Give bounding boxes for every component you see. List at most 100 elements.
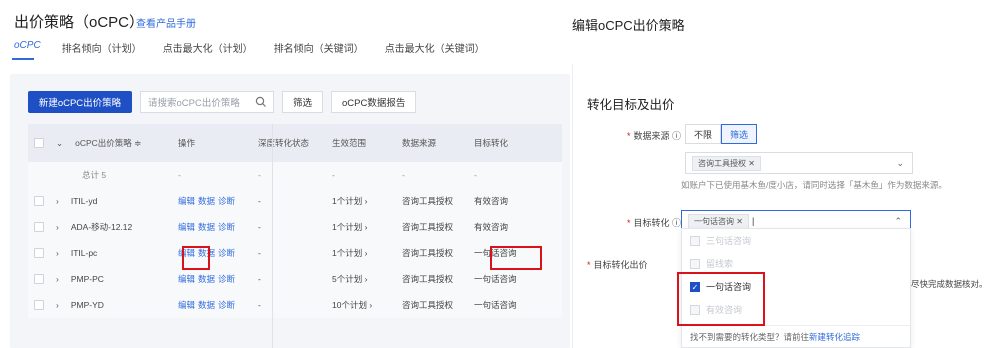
chevron-right-icon[interactable]: › (56, 300, 59, 310)
active-tab-indicator (12, 58, 34, 60)
edit-link[interactable]: 编辑 (178, 222, 195, 232)
new-ocpc-strategy-button[interactable]: 新建oCPC出价策略 (28, 91, 132, 113)
data-link[interactable]: 数据 (198, 196, 215, 206)
close-icon[interactable]: ✕ (736, 217, 743, 226)
select-all-checkbox[interactable] (34, 138, 44, 148)
table-total-row: 总计 5 - - - - - (28, 162, 562, 188)
header-target: 目标转化 (474, 138, 509, 148)
edit-link[interactable]: 编辑 (178, 196, 195, 206)
table-row: › PMP-PC 编辑 数据 诊断 - 5个计划 › 咨询工具授权 一句话咨询 (28, 266, 562, 292)
tab-click-max-keyword[interactable]: 点击最大化（关键词） (385, 40, 485, 55)
strategy-name[interactable]: ITIL-pc (71, 248, 97, 258)
ocpc-report-button[interactable]: oCPC数据报告 (331, 91, 417, 113)
tab-ocpc[interactable]: oCPC (14, 40, 41, 55)
strategy-name[interactable]: PMP-YD (71, 300, 104, 310)
chevron-right-icon[interactable]: › (56, 222, 59, 232)
diagnose-link[interactable]: 诊断 (218, 248, 235, 258)
data-source: 咨询工具授权 (402, 274, 454, 284)
highlight-edit-box (182, 246, 210, 270)
scope-link[interactable]: 1个计划 › (332, 247, 402, 259)
chevron-right-icon[interactable]: › (56, 196, 59, 206)
diagnose-link[interactable]: 诊断 (218, 222, 235, 232)
tab-rank-plan[interactable]: 排名倾向（计划） (62, 40, 142, 55)
row-checkbox[interactable] (34, 248, 44, 258)
new-conversion-tracking-link[interactable]: 新建转化追踪 (809, 331, 860, 343)
dropdown-option[interactable]: 三句话咨询 (682, 229, 910, 252)
strategy-name[interactable]: ITIL-yd (71, 196, 97, 206)
data-link[interactable]: 数据 (198, 300, 215, 310)
total-dash: - (178, 170, 181, 180)
edit-link[interactable]: 编辑 (178, 300, 195, 310)
strategy-name[interactable]: ADA-移动-12.12 (71, 221, 132, 233)
strategy-search-input[interactable]: 请搜索oCPC出价策略 (140, 91, 274, 113)
close-icon[interactable]: ✕ (748, 159, 755, 168)
edit-form-card: 转化目标及出价 * 数据来源 ⓘ 不限 筛选 咨询工具授权 ✕ ⌄ 如账户下已使用… (572, 64, 992, 348)
header-actions: 操作 (178, 138, 196, 148)
chevron-right-icon[interactable]: › (56, 248, 59, 258)
tab-click-max-plan[interactable]: 点击最大化（计划） (163, 40, 253, 55)
strategy-tabs: oCPC 排名倾向（计划） 点击最大化（计划） 排名倾向（关键词） 点击最大化（… (14, 40, 506, 55)
header-scope: 生效范围 (332, 138, 367, 148)
strategy-table: ⌄ oCPC出价策略 ≑ 操作 深度转化状态 生效范围 数据来源 目标转化 总计 … (28, 124, 562, 318)
scope-link[interactable]: 5个计划 › (332, 273, 402, 285)
data-source: 咨询工具授权 (402, 300, 454, 310)
highlight-target-box (490, 246, 542, 270)
target-conversion: 有效咨询 (474, 196, 509, 206)
target-conversion: 有效咨询 (474, 222, 509, 232)
data-source-label: * 数据来源 ⓘ (626, 131, 681, 141)
chevron-down-icon[interactable]: ⌄ (56, 138, 63, 149)
tab-rank-keyword[interactable]: 排名倾向（关键词） (274, 40, 364, 55)
edit-link[interactable]: 编辑 (178, 274, 195, 284)
option-checkbox[interactable] (690, 235, 700, 246)
option-checkbox[interactable] (690, 258, 700, 269)
search-icon[interactable] (255, 96, 267, 108)
table-row: › ITIL-pc 编辑 数据 诊断 - 1个计划 › 咨询工具授权 一句话咨询 (28, 240, 562, 266)
data-source-toggle: 不限 筛选 (685, 124, 758, 144)
edit-strategy-panel: 编辑oCPC出价策略 转化目标及出价 * 数据来源 ⓘ 不限 筛选 咨询工具授权 … (572, 0, 1000, 348)
deep-status: - (258, 248, 261, 258)
strategy-list-panel: 出价策略（oCPC） 查看产品手册 oCPC 排名倾向（计划） 点击最大化（计划… (0, 0, 572, 348)
row-checkbox[interactable] (34, 300, 44, 310)
side-note: 尽快完成数据核对。 (911, 279, 988, 289)
total-dash: - (332, 170, 335, 180)
header-strategy[interactable]: oCPC出价策略 ≑ (75, 137, 141, 149)
row-checkbox[interactable] (34, 222, 44, 232)
data-source-tag: 咨询工具授权 ✕ (692, 155, 761, 171)
data-source-hint: 如账户下已使用基木鱼/度小店，请同时选择「基木鱼」作为数据来源。 (681, 180, 947, 190)
data-source-any-option[interactable]: 不限 (685, 124, 722, 144)
data-link[interactable]: 数据 (198, 222, 215, 232)
deep-status: - (258, 300, 261, 310)
scope-link[interactable]: 1个计划 › (332, 195, 402, 207)
diagnose-link[interactable]: 诊断 (218, 274, 235, 284)
filter-button[interactable]: 筛选 (282, 91, 324, 113)
scope-link[interactable]: 1个计划 › (332, 221, 402, 233)
scope-link[interactable]: 10个计划 › (332, 299, 402, 311)
chevron-up-icon[interactable]: ⌃ (894, 216, 902, 227)
help-icon: ⓘ (671, 218, 681, 228)
total-label: 总计 5 (82, 170, 107, 180)
total-dash: - (258, 170, 261, 180)
target-label: * 目标转化 ⓘ (626, 218, 681, 228)
data-source-select[interactable]: 咨询工具授权 ✕ ⌄ (685, 152, 913, 174)
data-source: 咨询工具授权 (402, 222, 454, 232)
dropdown-footer: 找不到需要的转化类型？请前往 新建转化追踪 (682, 325, 910, 347)
data-source-filter-option[interactable]: 筛选 (721, 124, 758, 144)
table-row: › ITIL-yd 编辑 数据 诊断 - 1个计划 › 咨询工具授权 有效咨询 (28, 188, 562, 214)
product-manual-link[interactable]: 查看产品手册 (136, 15, 196, 30)
help-icon: ⓘ (671, 131, 681, 141)
total-dash: - (474, 170, 477, 180)
row-checkbox[interactable] (34, 274, 44, 284)
target-conversion: 一句话咨询 (474, 300, 517, 310)
row-checkbox[interactable] (34, 196, 44, 206)
chevron-down-icon[interactable]: ⌄ (896, 158, 904, 169)
deep-status: - (258, 274, 261, 284)
data-link[interactable]: 数据 (198, 274, 215, 284)
toolbar: 新建oCPC出价策略 请搜索oCPC出价策略 筛选 oCPC数据报告 (28, 91, 417, 113)
strategy-card: 新建oCPC出价策略 请搜索oCPC出价策略 筛选 oCPC数据报告 ⌄ oCPC… (10, 74, 570, 348)
chevron-right-icon[interactable]: › (56, 274, 59, 284)
diagnose-link[interactable]: 诊断 (218, 196, 235, 206)
strategy-name[interactable]: PMP-PC (71, 274, 104, 284)
diagnose-link[interactable]: 诊断 (218, 300, 235, 310)
text-cursor: | (751, 216, 755, 226)
page-title: 出价策略（oCPC） (14, 14, 145, 31)
